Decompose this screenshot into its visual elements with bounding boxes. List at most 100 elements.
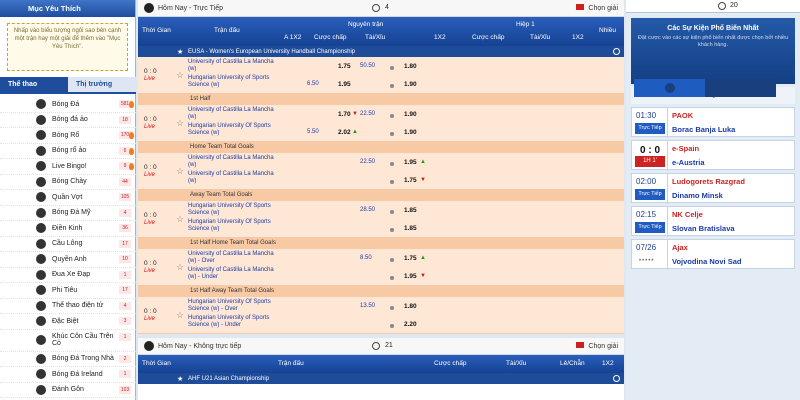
ou-odd-over[interactable]: 1.75 [404,255,417,262]
odds-down-icon: ▼ [420,273,426,279]
sport-label: Quần Vợt [52,193,83,201]
sport-item[interactable]: Thể thao điện tử 4 [0,299,136,314]
home-team: Hungarian University Of Sports Science (… [188,203,271,216]
sport-label: Đặc Biệt [52,317,79,325]
basketball-icon [36,130,46,141]
select-league-button[interactable]: Chọn giải [576,4,618,12]
sport-item[interactable]: Bóng Rổ 170 [0,128,136,144]
tab-sports[interactable]: Thể thao [0,77,68,92]
ou-odd-under[interactable]: 2.20 [404,321,417,328]
soccer-player-icon [664,83,675,93]
tab-soccer[interactable] [634,79,705,97]
event-time-box: 02:00 Trực Tiếp [632,174,668,204]
submarket-row: 1st Half Home Team Total Goals [138,238,624,249]
ou-odd-under[interactable]: 1.90 [404,81,417,88]
live-badge: Live [144,220,156,226]
league-name: AHF U21 Asian Championship [188,375,270,382]
event-time: 07/26 [636,243,657,252]
event-time: 01:30 [636,111,657,120]
fire-icon [129,132,134,139]
sport-count: 36 [119,224,131,232]
fire-icon [129,147,134,155]
home-team: Hungarian University Of Sports Science (… [188,299,271,312]
favorite-star-icon[interactable]: ☆ [176,214,184,225]
favorite-star-icon[interactable]: ☆ [176,262,184,273]
ou-line: 50.50 [360,63,376,69]
sport-item[interactable]: Bóng Đá 581 [0,97,136,113]
live-count: 4 [385,4,389,11]
event-card[interactable]: 0 : 0 1H 1' e-Spain e-Austria [631,140,795,171]
event-card[interactable]: 02:00 Trực Tiếp Ludogorets Razgrad Dinam… [631,173,795,204]
refresh-icon[interactable] [372,4,380,12]
sport-item[interactable]: Live Bingo! 9 [0,159,136,175]
sport-item[interactable]: Phi Tiêu 17 [0,283,136,299]
select-league-button[interactable]: Chọn giải [576,342,618,350]
refresh-icon[interactable] [613,48,620,55]
sport-label: Đánh Gôn [52,386,84,393]
col-time: Thời Gian [142,27,171,34]
home-team: University of Castilla La Mancha (w) [188,107,274,120]
tab-markets[interactable]: Thị trường [68,77,136,92]
refresh-icon[interactable] [372,342,380,350]
sport-item[interactable]: Bóng Đá Trong Nhà 2 [0,352,136,367]
favorite-star-icon[interactable]: ☆ [176,70,184,81]
sport-count: 1 [119,270,131,279]
away-team: University of Castilla La Mancha (w) [188,171,274,184]
star-icon[interactable]: ★ [177,48,183,56]
sidebar-tabs: Thể thao Thị trường [0,77,136,94]
popular-topbar: 20 [626,0,800,13]
league-row[interactable]: ★ AHF U21 Asian Championship [138,373,624,384]
refresh-icon[interactable] [718,2,726,10]
fire-icon [129,163,134,170]
sport-item[interactable]: Bóng đá ảo 18 [0,113,136,128]
ou-odd-under[interactable]: 1.95 [404,273,417,280]
sport-item[interactable]: Đánh Gôn 103 [0,383,136,398]
away-team: Hungarian University of Sports Science (… [188,75,270,88]
match-score: 0 : 0 [144,164,157,171]
handicap-odd-home[interactable]: 1.70 [338,111,351,118]
event-card[interactable]: 07/26 ••••• Ajax Vojvodina Novi Sad [631,239,795,270]
sport-item[interactable]: Bóng Đá Mỹ 4 [0,206,136,221]
sport-item[interactable]: Quyền Anh 10 [0,252,136,268]
favorite-star-icon[interactable]: ☆ [176,118,184,129]
ou-odd-over[interactable]: 1.95 [404,159,417,166]
league-row[interactable]: ★ EUSA - Women's European University Han… [138,46,624,57]
esports-icon [36,300,46,311]
home-team: University of Castilla La Mancha (w) - O… [188,251,274,264]
sport-item[interactable]: Đặc Biệt 3 [0,314,136,330]
odds-up-icon: ▲ [420,255,426,261]
popular-sport-tabs [634,79,776,97]
handicap-odd-home[interactable]: 1.75 [338,63,351,70]
col-match: Trận đấu [278,360,304,367]
handicap-odd-away[interactable]: 2.02 [338,129,351,136]
sport-item[interactable]: Bóng Đá Ireland 1 [0,367,136,383]
event-card[interactable]: 02:15 Trực Tiếp NK Celje Slovan Bratisla… [631,206,795,237]
sport-count: 4 [119,208,131,217]
handicap-odd-away[interactable]: 1.95 [338,81,351,88]
sport-item[interactable]: Bóng Chày 44 [0,175,136,190]
tab-tennis[interactable] [705,79,776,97]
refresh-icon[interactable] [613,375,620,382]
favorite-star-icon[interactable]: ☆ [176,166,184,177]
favorites-note: Nhấp vào biểu tượng ngôi sao bên cạnh mộ… [7,23,128,71]
ou-odd-under[interactable]: 1.75 [404,177,417,184]
sport-item[interactable]: Bóng rổ ảo 6 [0,144,136,159]
ou-odd-under[interactable]: 1.90 [404,129,417,136]
event-time-box: 01:30 Trực Tiếp [632,108,668,138]
ou-odd-under[interactable]: 1.85 [404,225,417,232]
ou-odd-over[interactable]: 1.90 [404,111,417,118]
ou-odd-over[interactable]: 1.85 [404,207,417,214]
sport-item[interactable]: Đua Xe Đạp 1 [0,268,136,283]
sport-item[interactable]: Quần Vợt 105 [0,190,136,206]
sport-item[interactable]: Khúc Côn Cầu Trên Cỏ 1 [0,330,136,352]
sport-item[interactable]: Cầu Lông 17 [0,237,136,252]
ou-odd-over[interactable]: 1.80 [404,303,417,310]
favorite-star-icon[interactable]: ☆ [176,310,184,321]
live-title: Hôm Nay - Trực Tiếp [158,4,223,12]
ou-odd-over[interactable]: 1.80 [404,63,417,70]
match-score: 0 : 0 [144,212,157,219]
sport-item[interactable]: Điền Kinh 36 [0,221,136,237]
star-icon[interactable]: ★ [177,375,183,383]
event-card[interactable]: 01:30 Trực Tiếp PAOK Borac Banja Luka [631,107,795,138]
col-match: Trận đấu [214,27,240,34]
